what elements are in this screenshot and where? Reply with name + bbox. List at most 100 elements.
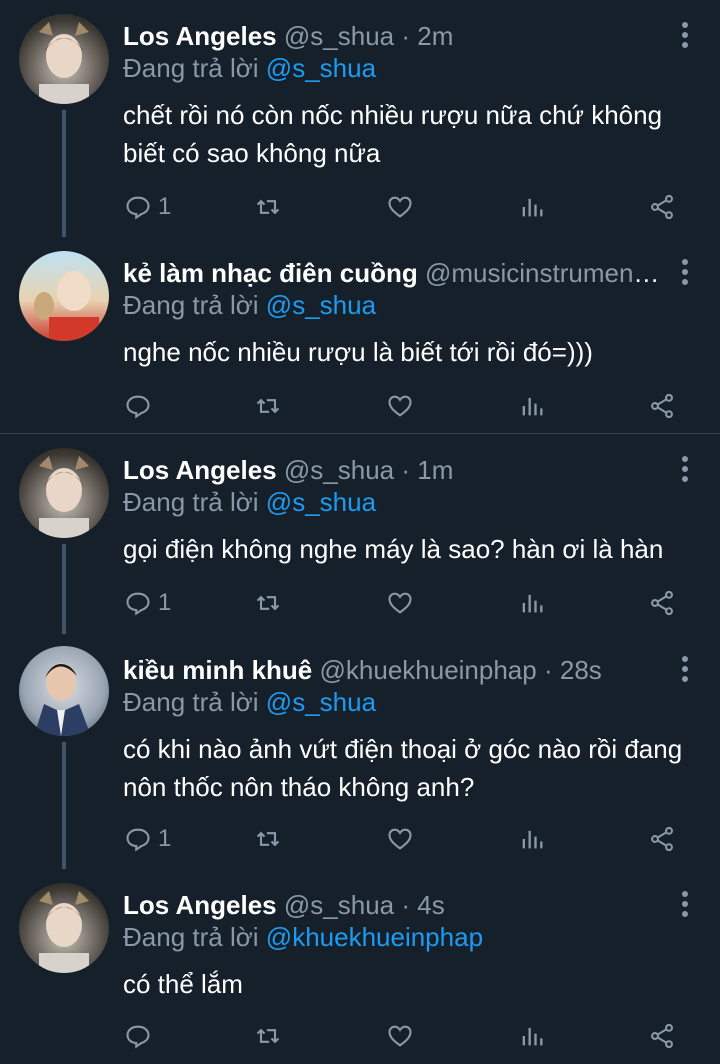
share-button[interactable] [648, 190, 676, 224]
mention-link[interactable]: @s_shua [266, 53, 376, 83]
timestamp[interactable]: 1m [417, 455, 453, 485]
analytics-button[interactable] [518, 586, 546, 620]
tweet[interactable]: kiều minh khuê @khuekhueinphap · 28s Đan… [0, 634, 720, 869]
tweet[interactable]: Los Angeles @s_shua · 1m Đang trả lời @s… [0, 434, 720, 634]
reply-icon [126, 196, 150, 220]
tweet-header: Los Angeles @s_shua · 2m [123, 20, 664, 52]
tweet-header: kiều minh khuê @khuekhueinphap · 28s [123, 654, 664, 686]
retweet-button[interactable] [254, 1019, 282, 1053]
tweet-actions: 1 [120, 190, 700, 224]
separator-dot: · [401, 455, 411, 485]
replying-to: Đang trả lời @s_shua [123, 486, 376, 518]
like-button[interactable] [386, 586, 414, 620]
tweet-header: Los Angeles @s_shua · 1m [123, 454, 664, 486]
replying-to: Đang trả lời @khuekhueinphap [123, 921, 483, 953]
user-handle[interactable]: @s_shua [284, 21, 394, 51]
share-button[interactable] [648, 822, 676, 856]
reply-button[interactable]: 1 [124, 822, 171, 856]
like-button[interactable] [386, 389, 414, 423]
reply-button[interactable]: 1 [124, 190, 171, 224]
reply-button[interactable] [124, 389, 158, 423]
retweet-button[interactable] [254, 190, 282, 224]
mention-link[interactable]: @khuekhueinphap [266, 922, 483, 952]
heart-icon [388, 395, 412, 417]
retweet-icon [256, 398, 280, 414]
mention-link[interactable]: @s_shua [266, 687, 376, 717]
user-handle[interactable]: @s_shua [284, 455, 394, 485]
display-name[interactable]: kẻ làm nhạc điên cuồng [123, 258, 418, 288]
share-button[interactable] [648, 389, 676, 423]
tweet-actions [120, 1019, 700, 1053]
reply-icon [126, 1025, 150, 1049]
replying-label: Đang trả lời [123, 290, 259, 320]
like-button[interactable] [386, 190, 414, 224]
display-name[interactable]: Los Angeles [123, 21, 277, 51]
avatar[interactable] [19, 448, 109, 538]
heart-icon [388, 196, 412, 218]
more-options-icon[interactable] [678, 891, 692, 921]
tweet-actions: 1 [120, 586, 700, 620]
analytics-button[interactable] [518, 822, 546, 856]
timestamp[interactable]: 2m [417, 21, 453, 51]
tweet-text: có khi nào ảnh vứt điện thoại ở góc nào … [123, 734, 683, 802]
analytics-button[interactable] [518, 1019, 546, 1053]
reply-button[interactable] [124, 1019, 158, 1053]
replying-label: Đang trả lời [123, 487, 259, 517]
tweet-text: chết rồi nó còn nốc nhiều rượu nữa chứ k… [123, 100, 663, 168]
user-handle[interactable]: @musicinstrument ... [425, 258, 664, 288]
more-options-icon[interactable] [678, 456, 692, 486]
user-handle[interactable]: @s_shua [284, 890, 394, 920]
retweet-button[interactable] [254, 586, 282, 620]
display-name[interactable]: Los Angeles [123, 455, 277, 485]
analytics-button[interactable] [518, 389, 546, 423]
tweet-text: gọi điện không nghe máy là sao? hàn ơi l… [123, 534, 664, 564]
reply-icon [126, 592, 150, 616]
replying-to: Đang trả lời @s_shua [123, 289, 376, 321]
share-button[interactable] [648, 1019, 676, 1053]
avatar[interactable] [19, 883, 109, 973]
more-options-icon[interactable] [678, 259, 692, 289]
display-name[interactable]: kiều minh khuê [123, 655, 312, 685]
tweet[interactable]: Los Angeles @s_shua · 2m Đang trả lời @s… [0, 0, 720, 237]
display-name[interactable]: Los Angeles [123, 890, 277, 920]
analytics-icon [522, 594, 543, 613]
more-options-icon[interactable] [678, 656, 692, 686]
like-button[interactable] [386, 1019, 414, 1053]
avatar[interactable] [19, 646, 109, 736]
mention-link[interactable]: @s_shua [266, 290, 376, 320]
retweet-button[interactable] [254, 822, 282, 856]
separator-dot: · [401, 21, 411, 51]
separator-dot: · [543, 655, 553, 685]
tweet-text: có thể lắm [123, 969, 243, 999]
tweet[interactable]: Los Angeles @s_shua · 4s Đang trả lời @k… [0, 869, 720, 1064]
share-button[interactable] [648, 586, 676, 620]
reply-count: 1 [158, 193, 172, 220]
analytics-button[interactable] [518, 190, 546, 224]
timestamp[interactable]: 28s [560, 655, 602, 685]
like-button[interactable] [386, 822, 414, 856]
tweet-header: Los Angeles @s_shua · 4s [123, 889, 664, 921]
analytics-icon [522, 198, 543, 217]
heart-icon [388, 828, 412, 850]
tweet[interactable]: kẻ làm nhạc điên cuồng @musicinstrument … [0, 237, 720, 433]
retweet-button[interactable] [254, 389, 282, 423]
reply-button[interactable]: 1 [124, 586, 171, 620]
mention-link[interactable]: @s_shua [266, 487, 376, 517]
retweet-icon [256, 595, 280, 611]
replying-label: Đang trả lời [123, 687, 259, 717]
reply-icon [126, 395, 150, 419]
retweet-icon [256, 199, 280, 215]
share-icon [651, 1023, 673, 1049]
replying-to: Đang trả lời @s_shua [123, 686, 376, 718]
analytics-icon [522, 1027, 543, 1046]
tweet-text: nghe nốc nhiều rượu là biết tới rồi đó=)… [123, 337, 593, 367]
more-options-icon[interactable] [678, 22, 692, 52]
replying-to: Đang trả lời @s_shua [123, 52, 376, 84]
avatar[interactable] [19, 14, 109, 104]
separator-dot: · [401, 890, 411, 920]
timestamp[interactable]: 4s [417, 890, 444, 920]
heart-icon [388, 1025, 412, 1047]
analytics-icon [522, 830, 543, 849]
avatar[interactable] [19, 251, 109, 341]
user-handle[interactable]: @khuekhueinphap [320, 655, 537, 685]
